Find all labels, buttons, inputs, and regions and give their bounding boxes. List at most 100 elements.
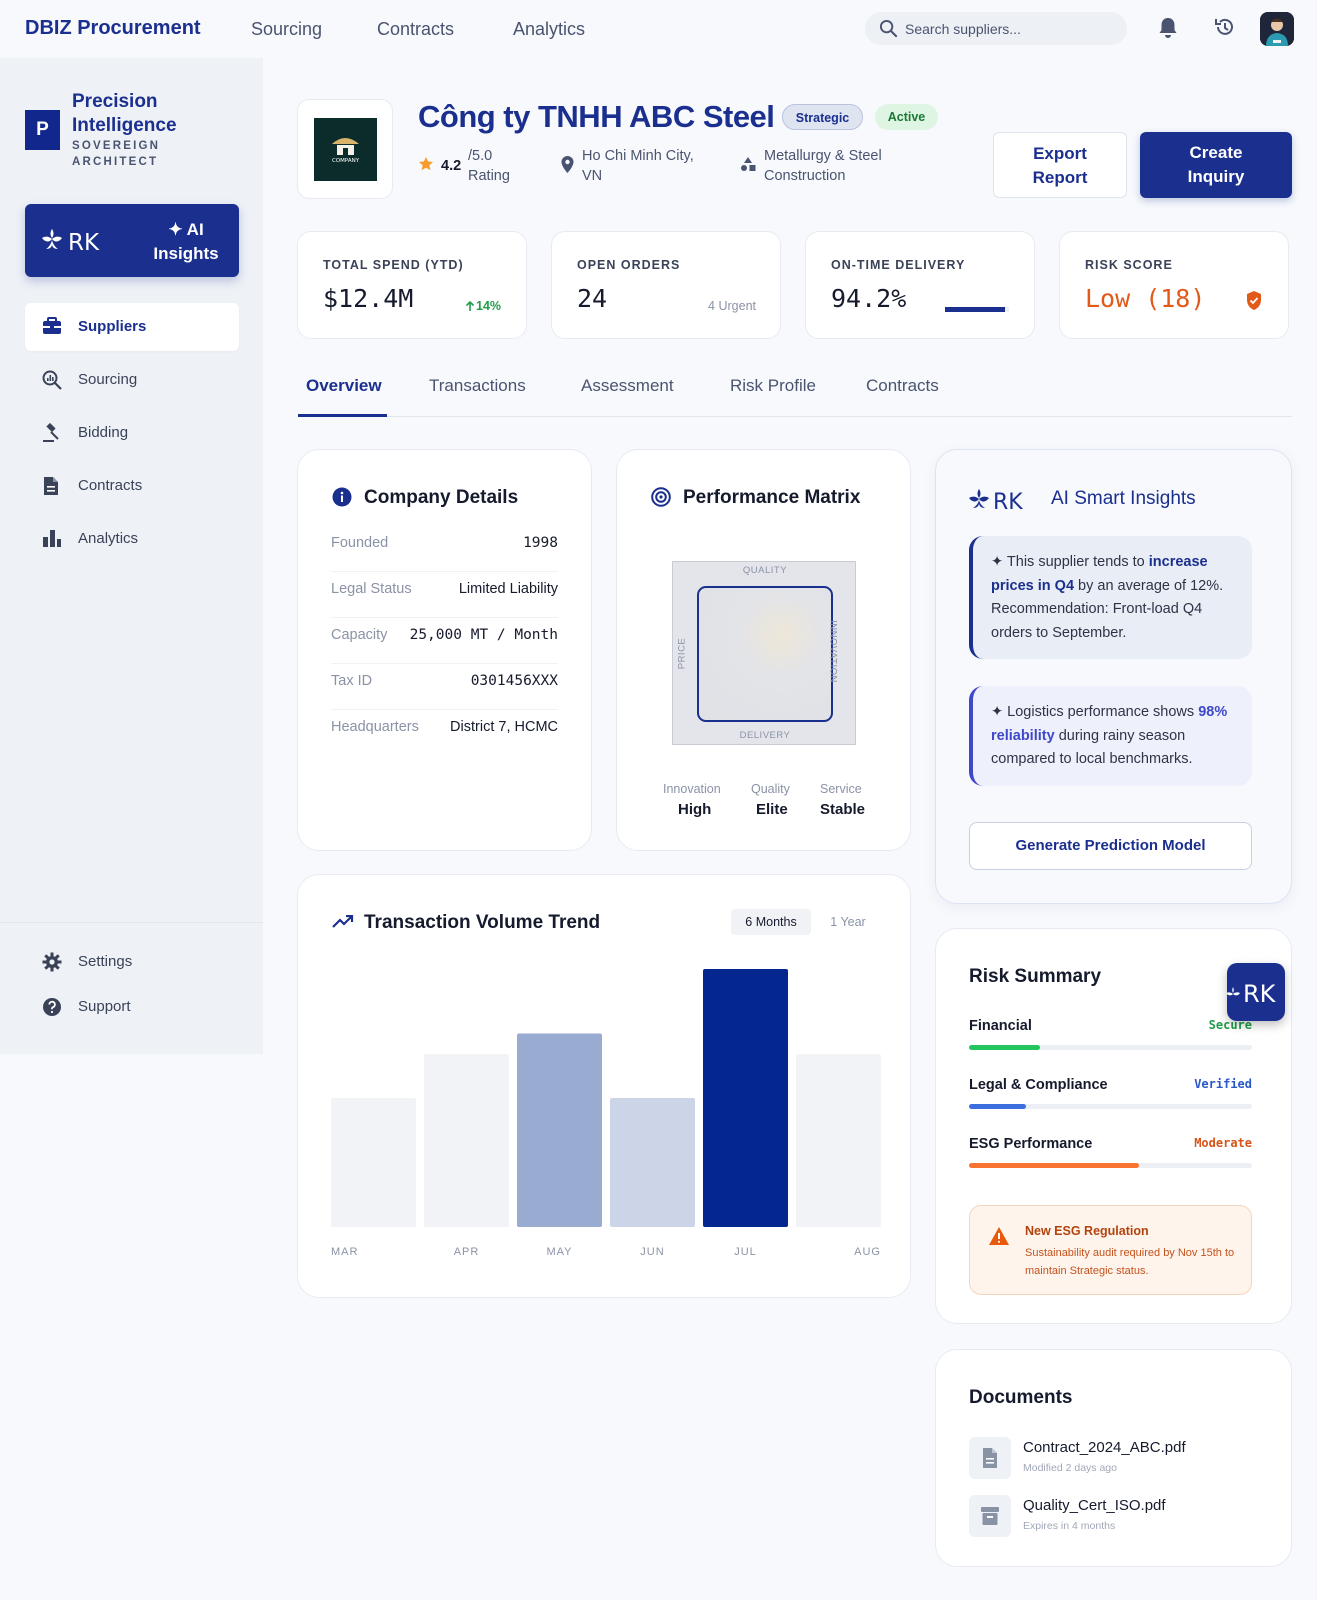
sidebar-item-label: Suppliers: [78, 318, 147, 335]
sidebar-item-suppliers[interactable]: Suppliers: [25, 303, 239, 351]
chart-bar-jul[interactable]: [703, 969, 788, 1227]
risk-row-esg: ESG Performance Moderate: [969, 1136, 1252, 1184]
matrix-axis-quality: QUALITY: [742, 565, 788, 576]
status-badge-active: Active: [875, 104, 938, 130]
kpi-value: Low (18): [1085, 284, 1206, 313]
chart-bar-mar[interactable]: [331, 1098, 416, 1227]
document-icon-box: [969, 1495, 1011, 1537]
risk-level-bar: [969, 1045, 1040, 1050]
detail-row-capacity: Capacity 25,000 MT / Month: [331, 618, 558, 664]
detail-row-founded: Founded 1998: [331, 526, 558, 572]
risk-track: [969, 1163, 1252, 1168]
bell-icon[interactable]: [1157, 16, 1179, 40]
document-item[interactable]: Quality_Cert_ISO.pdf Expires in 4 months: [969, 1495, 1252, 1539]
search-icon: [879, 19, 898, 38]
gavel-icon: [43, 423, 59, 442]
target-icon: [651, 487, 671, 507]
document-name: Quality_Cert_ISO.pdf: [1023, 1497, 1166, 1514]
help-icon: [43, 998, 61, 1016]
rating-scale: /5.0: [468, 148, 493, 164]
tab-overview[interactable]: Overview: [306, 376, 382, 396]
insight-logistics: ✦ Logistics performance shows 98% reliab…: [969, 686, 1252, 786]
brand-logo[interactable]: DBIZ Procurement: [25, 17, 201, 40]
search-bar: [865, 12, 1127, 45]
chart-x-label: APR: [454, 1246, 480, 1258]
shield-check-icon: [1247, 291, 1261, 310]
history-icon[interactable]: [1214, 16, 1236, 38]
detail-row-tax-id: Tax ID 0301456XXX: [331, 664, 558, 710]
kpi-label: RISK SCORE: [1085, 258, 1173, 272]
detail-key: Capacity: [331, 627, 388, 643]
briefcase-icon: [43, 317, 61, 334]
ai-insights-title: AI Smart Insights: [1051, 488, 1196, 509]
tab-indicator: [298, 414, 387, 417]
kpi-sub: 4 Urgent: [708, 299, 756, 313]
export-report-button[interactable]: Export Report: [993, 132, 1127, 198]
create-inquiry-line1: Create: [1189, 143, 1243, 162]
rk-logo-text: RK: [1243, 980, 1277, 1008]
sidebar-item-bidding[interactable]: Bidding: [25, 409, 239, 457]
esg-alert-text: Sustainability audit required by Nov 15t…: [1025, 1247, 1235, 1277]
chart-x-label: AUG: [854, 1246, 881, 1258]
sidebar-item-support[interactable]: Support: [25, 983, 239, 1031]
chart-x-label: JUL: [734, 1246, 757, 1258]
page-title: Công ty TNHH ABC Steel: [418, 99, 775, 134]
chart-x-label: MAR: [331, 1246, 358, 1258]
tab-risk-profile[interactable]: Risk Profile: [730, 376, 816, 396]
industry-line2: Construction: [764, 168, 846, 184]
performance-matrix-quadrant: [697, 586, 833, 722]
rk-assistant-button[interactable]: RK: [1227, 963, 1285, 1021]
star-icon: [419, 157, 433, 171]
sidebar-item-label: Settings: [78, 953, 133, 970]
chart-bar-jun[interactable]: [610, 1098, 695, 1227]
sidebar-item-sourcing[interactable]: Sourcing: [25, 356, 239, 404]
rating-value: 4.2: [441, 158, 462, 174]
sidebar-item-contracts[interactable]: Contracts: [25, 462, 239, 510]
matrix-stat-value: Elite: [756, 801, 788, 818]
ai-insights-button[interactable]: RK ✦ AI Insights: [25, 204, 239, 277]
matrix-axis-delivery: DELIVERY: [739, 730, 791, 741]
chart-bar-aug[interactable]: [796, 1054, 881, 1227]
ai-insights-card: RK AI Smart Insights ✦ This supplier ten…: [935, 449, 1292, 904]
matrix-stat-key: Innovation: [663, 782, 721, 796]
range-option-6-months[interactable]: 6 Months: [731, 909, 811, 935]
document-meta: Expires in 4 months: [1023, 1520, 1116, 1532]
risk-row-legal: Legal & Compliance Verified: [969, 1077, 1252, 1125]
tab-contracts[interactable]: Contracts: [866, 376, 939, 396]
tab-assessment[interactable]: Assessment: [581, 376, 674, 396]
supplier-logo: COMPANY: [314, 118, 377, 181]
top-nav-contracts[interactable]: Contracts: [377, 19, 454, 40]
avatar[interactable]: [1260, 12, 1294, 46]
range-option-1-year[interactable]: 1 Year: [822, 909, 874, 935]
supplier-logo-text: COMPANY: [332, 158, 360, 164]
info-icon: [332, 487, 352, 507]
org-subtitle: SOVEREIGN ARCHITECT: [72, 140, 161, 168]
search-input[interactable]: [905, 12, 1115, 45]
document-item[interactable]: Contract_2024_ABC.pdf Modified 2 days ag…: [969, 1437, 1252, 1481]
create-inquiry-button[interactable]: Create Inquiry: [1140, 132, 1292, 198]
detail-key: Tax ID: [331, 673, 373, 689]
archive-icon: [981, 1507, 999, 1525]
arrow-up-icon: [465, 301, 475, 311]
tab-transactions[interactable]: Transactions: [429, 376, 526, 396]
rk-logo-icon: RK: [1227, 980, 1277, 1008]
sidebar-item-settings[interactable]: Settings: [25, 938, 239, 986]
chart-bar-apr[interactable]: [424, 1054, 509, 1227]
risk-track: [969, 1045, 1252, 1050]
top-bar: DBIZ Procurement Sourcing Contracts Anal…: [0, 0, 1317, 58]
generate-prediction-button[interactable]: Generate Prediction Model: [969, 822, 1252, 870]
kpi-change: 14%: [476, 299, 502, 313]
documents-title: Documents: [969, 1387, 1073, 1408]
matrix-stat-key: Quality: [751, 782, 790, 796]
top-nav-sourcing[interactable]: Sourcing: [251, 19, 322, 40]
shapes-icon: [741, 157, 756, 171]
sidebar-item-label: Contracts: [78, 477, 143, 494]
bar-chart-icon: [43, 530, 61, 547]
sidebar-item-analytics[interactable]: Analytics: [25, 515, 239, 563]
top-nav-analytics[interactable]: Analytics: [513, 19, 585, 40]
company-details-title: Company Details: [364, 487, 519, 508]
industry-line1: Metallurgy & Steel: [764, 148, 882, 164]
detail-key: Headquarters: [331, 719, 419, 735]
chart-bar-may[interactable]: [517, 1033, 602, 1228]
detail-value: Limited Liability: [458, 581, 558, 597]
